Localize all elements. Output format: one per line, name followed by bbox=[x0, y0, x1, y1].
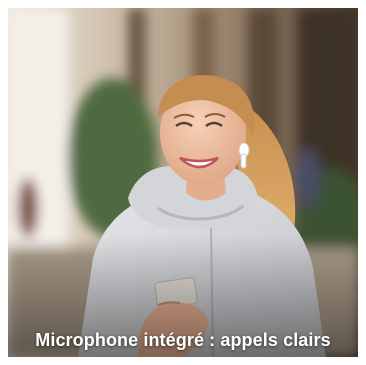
caption-text: Microphone intégré : appels clairs bbox=[35, 330, 331, 350]
photo-scene bbox=[8, 8, 358, 357]
product-photo: Microphone intégré : appels clairs bbox=[8, 8, 358, 357]
